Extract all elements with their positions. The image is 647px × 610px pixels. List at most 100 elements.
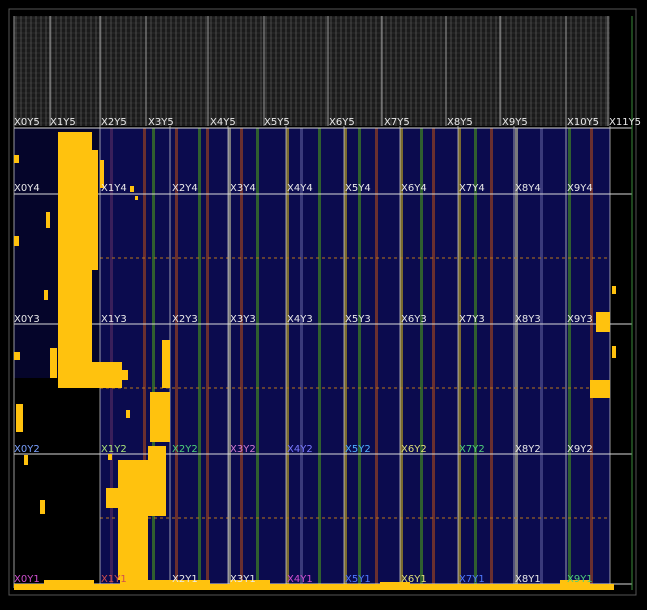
clock-region-label: X0Y3: [14, 314, 40, 325]
column-stripe: [256, 128, 259, 586]
column-stripe: [110, 128, 113, 586]
clock-region-label: X8Y1: [515, 574, 541, 585]
column-stripe: [474, 128, 477, 586]
placed-logic: [150, 392, 170, 442]
clock-region-label: X0Y1: [14, 574, 40, 585]
clock-region-label: X8Y3: [515, 314, 541, 325]
column-stripe: [206, 128, 209, 586]
placed-logic: [50, 348, 57, 378]
placed-logic: [14, 155, 19, 163]
placed-logic: [24, 455, 28, 465]
floorplan-svg[interactable]: X0Y5 X1Y5 X2Y5 X3Y5 X4Y5 X5Y5 X6Y5 X7Y5 X8Y5 X9Y5…: [0, 0, 647, 606]
clock-region-label: X5Y5: [264, 117, 290, 128]
clock-region-label: X4Y1: [287, 574, 313, 585]
clock-region-label: X8Y5: [447, 117, 473, 128]
clock-region-label: X2Y4: [172, 183, 198, 194]
placed-logic: [162, 340, 170, 388]
placed-logic: [46, 212, 50, 228]
clock-region-label: X2Y5: [101, 117, 127, 128]
clock-region-label: X4Y5: [210, 117, 236, 128]
clock-region-label: X4Y3: [287, 314, 313, 325]
clock-region-label: X7Y2: [459, 444, 485, 455]
clock-region-label: X1Y4: [101, 183, 127, 194]
clock-region-label: X0Y2: [14, 444, 40, 455]
placed-logic: [590, 380, 610, 398]
column-stripe: [590, 128, 593, 586]
clock-region-label: X9Y1: [567, 574, 593, 585]
clock-region-label: X7Y1: [459, 574, 485, 585]
placed-logic: [14, 236, 19, 246]
clock-region-label: X0Y4: [14, 183, 40, 194]
placed-logic: [106, 488, 118, 508]
placed-logic: [135, 196, 138, 200]
clock-region-label: X0Y5: [14, 117, 40, 128]
clock-region-label: X3Y5: [148, 117, 174, 128]
placed-logic: [118, 460, 148, 580]
placed-logic: [612, 286, 616, 294]
clock-region-label: X9Y3: [567, 314, 593, 325]
clock-region-label: X5Y2: [345, 444, 371, 455]
clock-region-label: X9Y5: [502, 117, 528, 128]
placed-logic: [78, 362, 122, 388]
clock-region-label: X9Y2: [567, 444, 593, 455]
column-stripe: [300, 128, 303, 586]
clock-region-label: X1Y5: [50, 117, 76, 128]
clock-region-label: X6Y1: [401, 574, 427, 585]
clock-region-label: X1Y3: [101, 314, 127, 325]
column-stripe: [152, 128, 155, 586]
placed-logic: [126, 410, 130, 418]
column-stripe: [175, 128, 178, 586]
clock-region-label: X7Y3: [459, 314, 485, 325]
clock-region-label: X2Y1: [172, 574, 198, 585]
placed-logic: [130, 186, 134, 192]
column-stripe: [420, 128, 423, 586]
clock-region-label: X3Y4: [230, 183, 256, 194]
column-stripe: [490, 128, 493, 586]
clock-region-label: X6Y5: [329, 117, 355, 128]
placed-logic: [122, 370, 128, 380]
clock-region-label: X4Y4: [287, 183, 313, 194]
column-stripe: [198, 128, 201, 586]
clock-region-label: X10Y5: [567, 117, 599, 128]
clock-region-label: X1Y1: [101, 574, 127, 585]
placed-logic: [596, 312, 610, 332]
clock-region-label: X2Y2: [172, 444, 198, 455]
clock-region-label: X6Y2: [401, 444, 427, 455]
clock-region-label: X3Y3: [230, 314, 256, 325]
clock-region-label: X2Y3: [172, 314, 198, 325]
placed-logic: [58, 132, 78, 388]
placed-logic: [612, 346, 616, 358]
clock-region-label: X4Y2: [287, 444, 313, 455]
column-stripe: [358, 128, 361, 586]
clock-region-label: X3Y2: [230, 444, 256, 455]
column-stripe: [318, 128, 321, 586]
clock-region-label: X6Y3: [401, 314, 427, 325]
clock-region-label: X5Y3: [345, 314, 371, 325]
column-stripe: [432, 128, 435, 586]
clock-region-label: X6Y4: [401, 183, 427, 194]
column-stripe: [375, 128, 378, 586]
placed-logic: [92, 150, 98, 270]
clock-region-label: X7Y5: [384, 117, 410, 128]
clock-region-label: X11Y5: [609, 117, 641, 128]
clock-region-label: X5Y1: [345, 574, 371, 585]
clock-region-label: X8Y2: [515, 444, 541, 455]
column-stripe: [240, 128, 243, 586]
clock-region-label: X9Y4: [567, 183, 593, 194]
placed-logic: [78, 132, 92, 362]
clock-region-label: X3Y1: [230, 574, 256, 585]
placed-logic: [44, 580, 94, 584]
placed-logic: [44, 290, 48, 300]
placed-logic: [16, 404, 23, 432]
placed-logic: [14, 352, 20, 360]
column-stripe: [515, 128, 518, 586]
column-stripe: [540, 128, 543, 586]
clock-region-label: X5Y4: [345, 183, 371, 194]
clock-region-label: X1Y2: [101, 444, 127, 455]
placed-logic: [148, 446, 166, 516]
device-view[interactable]: X0Y5 X1Y5 X2Y5 X3Y5 X4Y5 X5Y5 X6Y5 X7Y5 X8Y5 X9Y5…: [0, 0, 647, 606]
column-stripe: [568, 128, 571, 586]
clock-region-label: X7Y4: [459, 183, 485, 194]
placed-logic: [40, 500, 45, 514]
clock-region-label: X8Y4: [515, 183, 541, 194]
